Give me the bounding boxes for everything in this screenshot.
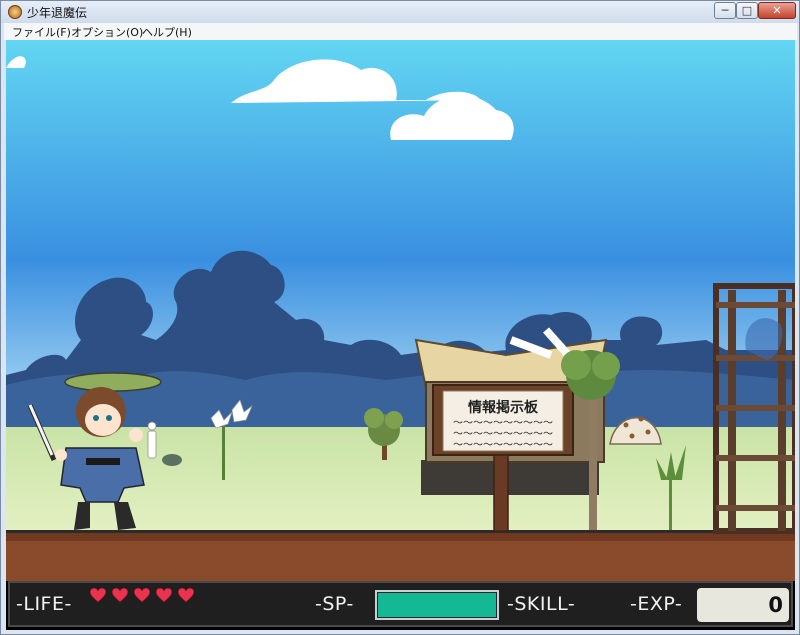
heart-icon [155,587,173,603]
ghost-figure [147,421,157,459]
exp-label: -EXP- [630,593,683,615]
life-label: -LIFE- [16,593,72,615]
heart-icon [133,587,151,603]
dirt-shade [6,533,795,541]
menu-help[interactable]: ヘルプ(H) [142,24,192,40]
app-icon[interactable] [8,5,22,19]
title-bar[interactable]: 少年退魔伝 ─ □ ✕ [1,1,799,23]
game-canvas[interactable]: 情報掲示板 〜〜〜〜〜〜〜〜〜〜 〜〜〜〜〜〜〜〜〜〜 〜〜〜〜〜〜〜〜〜〜 -… [6,40,795,630]
sp-label: -SP- [315,593,354,615]
game-window: 少年退魔伝 ─ □ ✕ ファイル(F) オプション(O) ヘルプ(H) 情報掲示… [0,0,800,635]
game-scene: 情報掲示板 〜〜〜〜〜〜〜〜〜〜 〜〜〜〜〜〜〜〜〜〜 〜〜〜〜〜〜〜〜〜〜 [6,40,795,581]
notice-board-line-1: 〜〜〜〜〜〜〜〜〜〜 [453,418,553,429]
status-hud: -LIFE- -SP- -SKILL- -EXP- 0 [8,581,793,627]
grass-edge [6,530,795,533]
notice-board-title: 情報掲示板 [468,399,539,416]
close-button[interactable]: ✕ [758,2,796,19]
window-title: 少年退魔伝 [27,6,88,20]
sp-gauge-fill [378,593,496,617]
sp-gauge [375,590,499,620]
exp-value: 0 [768,593,783,617]
heart-icon [89,587,107,603]
menu-option[interactable]: オプション(O) [71,24,143,40]
notice-board-line-3: 〜〜〜〜〜〜〜〜〜〜 [453,440,553,451]
minimize-button[interactable]: ─ [714,2,736,19]
heart-icon [111,587,129,603]
menu-file[interactable]: ファイル(F) [12,24,71,40]
heart-icon [177,587,195,603]
notice-board-line-2: 〜〜〜〜〜〜〜〜〜〜 [453,429,553,440]
menu-bar: ファイル(F) オプション(O) ヘルプ(H) [4,23,797,41]
exp-counter: 0 [697,588,789,622]
bush [162,454,182,466]
maximize-button[interactable]: □ [736,2,758,19]
skill-label: -SKILL- [507,593,576,615]
